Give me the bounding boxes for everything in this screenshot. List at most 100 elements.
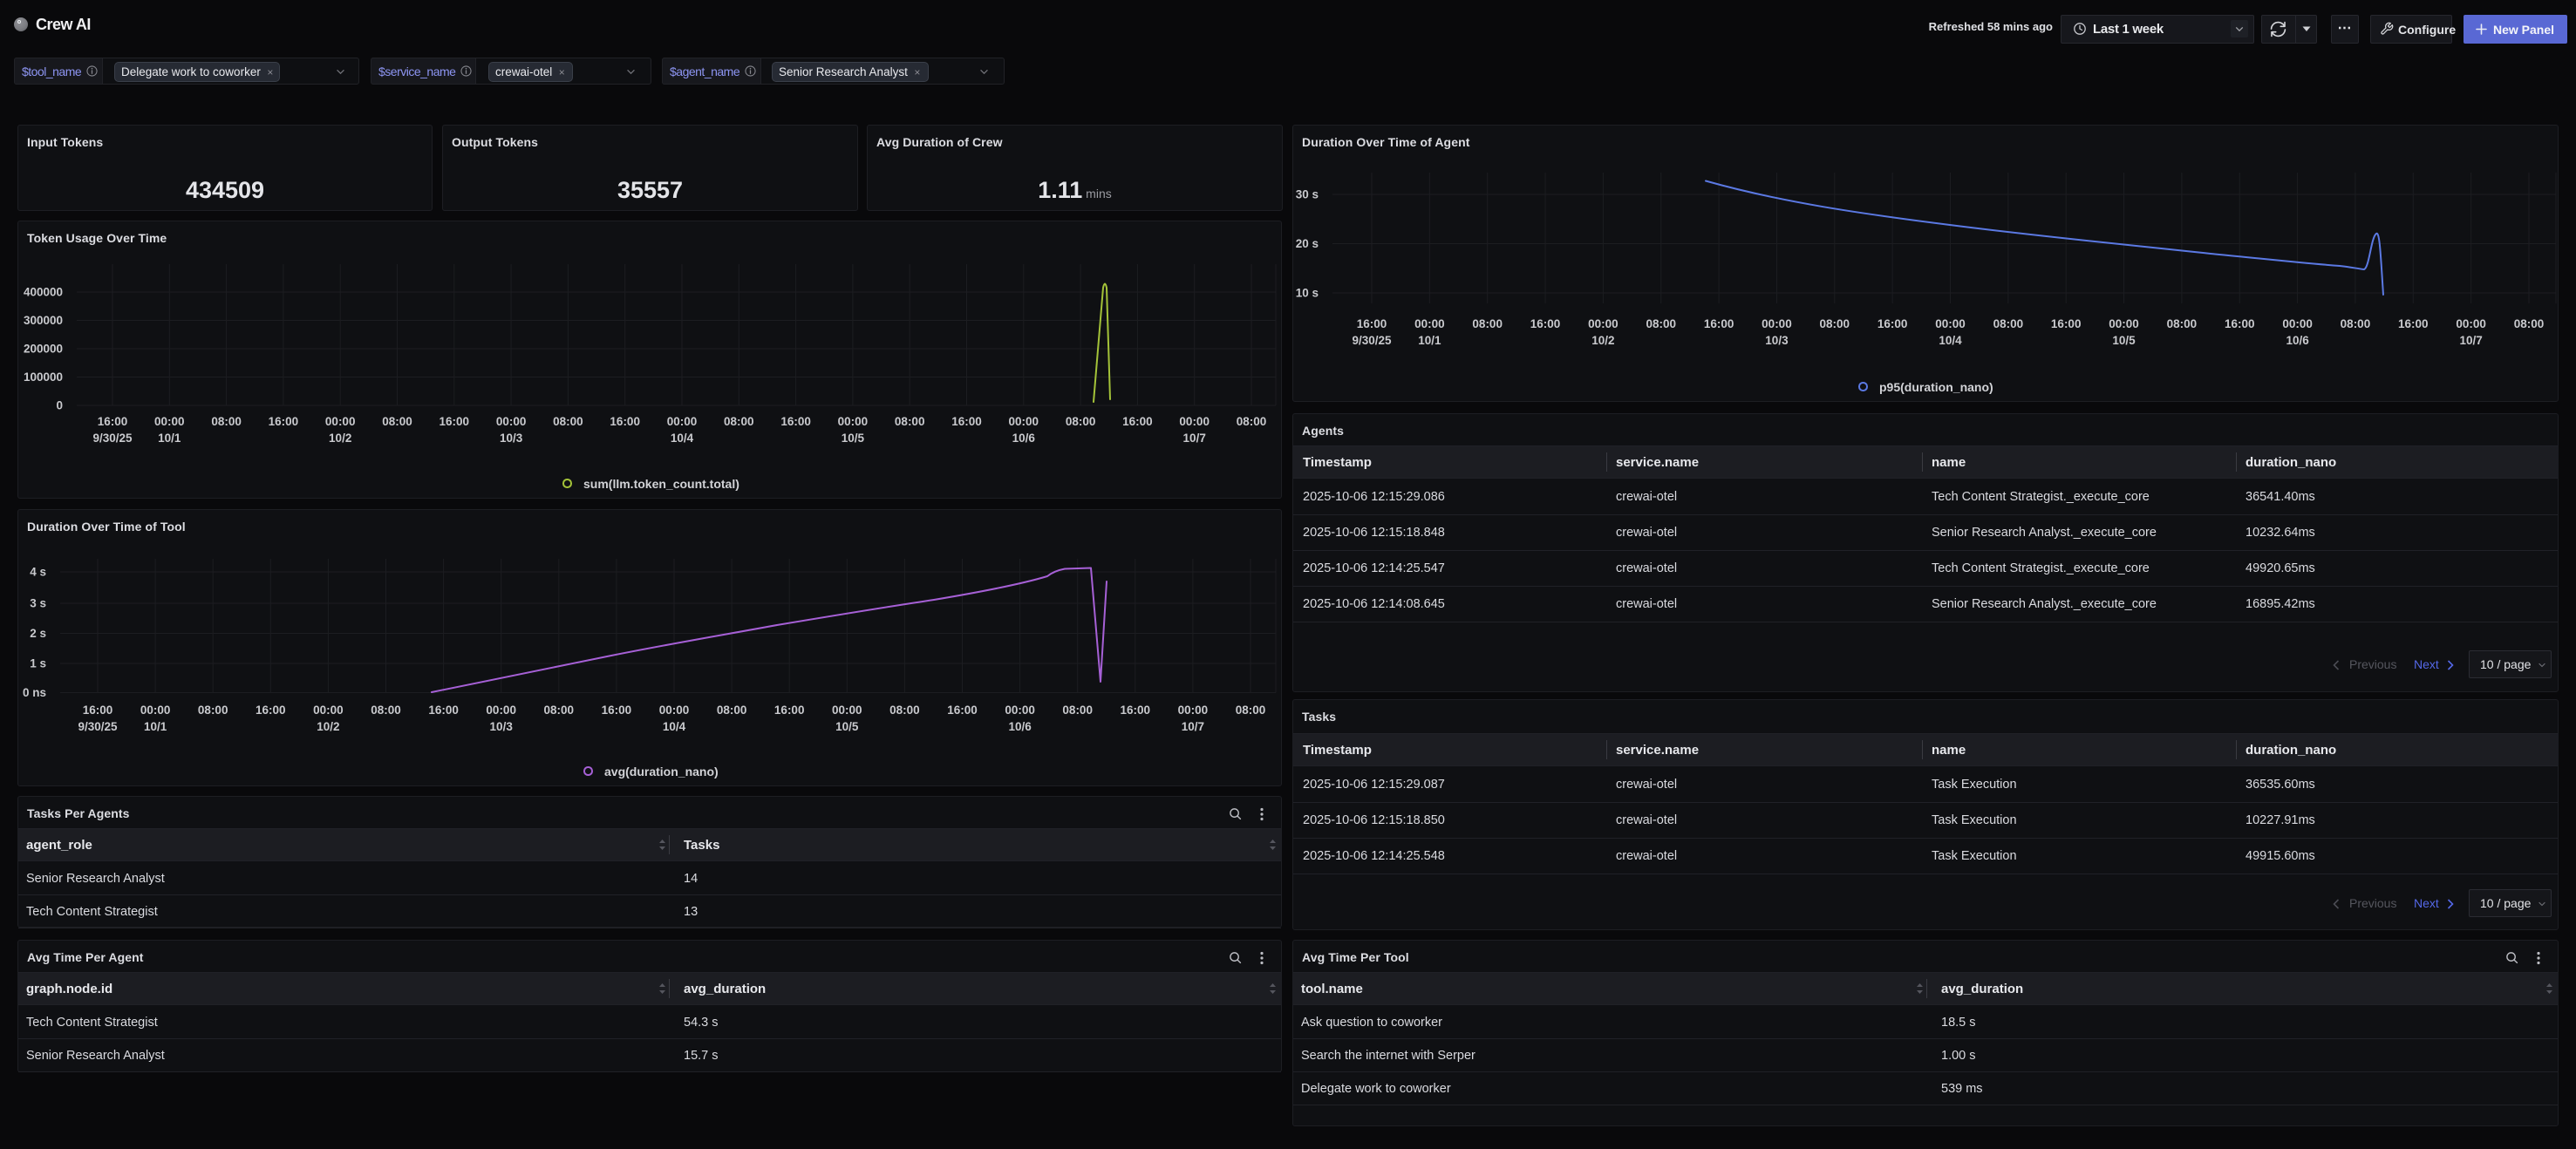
svg-text:08:00: 08:00 [1062, 704, 1093, 717]
svg-text:00:00: 00:00 [1762, 317, 1792, 330]
svg-text:16:00: 16:00 [98, 415, 128, 428]
svg-text:00:00: 00:00 [154, 415, 185, 428]
svg-text:08:00: 08:00 [1993, 317, 2024, 330]
svg-text:16:00: 16:00 [1704, 317, 1734, 330]
svg-text:00:00: 00:00 [667, 415, 698, 428]
svg-text:20 s: 20 s [1296, 237, 1319, 250]
svg-text:1 s: 1 s [30, 657, 46, 670]
svg-text:10/3: 10/3 [490, 720, 514, 733]
svg-text:00:00: 00:00 [2109, 317, 2139, 330]
svg-text:10/3: 10/3 [500, 432, 523, 445]
svg-text:00:00: 00:00 [1414, 317, 1445, 330]
svg-text:16:00: 16:00 [2398, 317, 2429, 330]
svg-text:16:00: 16:00 [1121, 704, 1151, 717]
svg-text:16:00: 16:00 [1877, 317, 1908, 330]
svg-text:00:00: 00:00 [832, 704, 862, 717]
svg-text:08:00: 08:00 [211, 415, 242, 428]
svg-text:10/5: 10/5 [2112, 334, 2136, 347]
svg-text:16:00: 16:00 [256, 704, 286, 717]
svg-text:08:00: 08:00 [1472, 317, 1503, 330]
svg-text:08:00: 08:00 [198, 704, 228, 717]
svg-text:16:00: 16:00 [83, 704, 113, 717]
svg-text:16:00: 16:00 [780, 415, 811, 428]
svg-text:3 s: 3 s [30, 597, 46, 610]
svg-text:10/2: 10/2 [329, 432, 351, 445]
svg-text:2 s: 2 s [30, 627, 46, 640]
svg-text:10/4: 10/4 [663, 720, 686, 733]
svg-text:00:00: 00:00 [838, 415, 869, 428]
svg-text:08:00: 08:00 [553, 415, 583, 428]
svg-text:00:00: 00:00 [1009, 415, 1039, 428]
svg-text:16:00: 16:00 [428, 704, 459, 717]
svg-text:16:00: 16:00 [947, 704, 978, 717]
svg-text:00:00: 00:00 [1588, 317, 1619, 330]
svg-text:00:00: 00:00 [313, 704, 344, 717]
svg-text:00:00: 00:00 [659, 704, 690, 717]
svg-text:00:00: 00:00 [2456, 317, 2486, 330]
svg-text:10/7: 10/7 [1183, 432, 1206, 445]
svg-text:10/7: 10/7 [1182, 720, 1204, 733]
svg-text:08:00: 08:00 [889, 704, 920, 717]
svg-text:00:00: 00:00 [1935, 317, 1966, 330]
svg-text:10/7: 10/7 [2460, 334, 2483, 347]
svg-text:10/6: 10/6 [2286, 334, 2309, 347]
svg-text:08:00: 08:00 [1066, 415, 1096, 428]
svg-text:16:00: 16:00 [1357, 317, 1387, 330]
svg-text:16:00: 16:00 [1122, 415, 1153, 428]
svg-text:10/2: 10/2 [1591, 334, 1614, 347]
svg-text:00:00: 00:00 [1179, 415, 1210, 428]
svg-text:08:00: 08:00 [1646, 317, 1676, 330]
svg-text:00:00: 00:00 [2282, 317, 2313, 330]
svg-text:08:00: 08:00 [1820, 317, 1850, 330]
svg-text:30 s: 30 s [1296, 188, 1319, 201]
svg-text:16:00: 16:00 [774, 704, 805, 717]
svg-text:10/4: 10/4 [1939, 334, 1962, 347]
svg-text:100000: 100000 [24, 371, 63, 384]
svg-text:00:00: 00:00 [1005, 704, 1035, 717]
svg-text:0: 0 [56, 399, 63, 412]
svg-text:16:00: 16:00 [2225, 317, 2255, 330]
svg-text:16:00: 16:00 [269, 415, 299, 428]
svg-text:400000: 400000 [24, 286, 63, 299]
svg-text:08:00: 08:00 [371, 704, 401, 717]
svg-text:00:00: 00:00 [140, 704, 171, 717]
svg-text:16:00: 16:00 [951, 415, 982, 428]
svg-text:16:00: 16:00 [440, 415, 470, 428]
svg-text:10/1: 10/1 [144, 720, 167, 733]
svg-text:10 s: 10 s [1296, 287, 1319, 300]
svg-text:16:00: 16:00 [602, 704, 632, 717]
svg-text:10/2: 10/2 [317, 720, 339, 733]
svg-text:08:00: 08:00 [1237, 415, 1267, 428]
svg-text:08:00: 08:00 [544, 704, 575, 717]
svg-text:16:00: 16:00 [2051, 317, 2082, 330]
svg-text:08:00: 08:00 [1236, 704, 1266, 717]
svg-text:9/30/25: 9/30/25 [92, 432, 133, 445]
svg-text:08:00: 08:00 [382, 415, 412, 428]
svg-text:10/4: 10/4 [671, 432, 694, 445]
svg-text:08:00: 08:00 [2167, 317, 2198, 330]
svg-text:200000: 200000 [24, 343, 63, 356]
svg-text:10/3: 10/3 [1765, 334, 1789, 347]
svg-text:00:00: 00:00 [1178, 704, 1209, 717]
svg-text:9/30/25: 9/30/25 [78, 720, 118, 733]
svg-text:08:00: 08:00 [717, 704, 747, 717]
svg-text:16:00: 16:00 [1530, 317, 1561, 330]
svg-text:16:00: 16:00 [610, 415, 640, 428]
svg-text:10/5: 10/5 [835, 720, 859, 733]
svg-text:10/5: 10/5 [842, 432, 865, 445]
svg-text:08:00: 08:00 [2341, 317, 2371, 330]
svg-text:00:00: 00:00 [325, 415, 356, 428]
svg-text:10/1: 10/1 [1418, 334, 1441, 347]
svg-text:08:00: 08:00 [724, 415, 754, 428]
svg-text:0 ns: 0 ns [23, 686, 46, 699]
svg-text:10/6: 10/6 [1012, 432, 1036, 445]
svg-text:4 s: 4 s [30, 566, 46, 579]
svg-text:10/6: 10/6 [1008, 720, 1032, 733]
svg-text:00:00: 00:00 [486, 704, 516, 717]
svg-text:300000: 300000 [24, 314, 63, 327]
svg-text:10/1: 10/1 [158, 432, 181, 445]
svg-text:08:00: 08:00 [2514, 317, 2545, 330]
svg-text:08:00: 08:00 [895, 415, 925, 428]
svg-text:9/30/25: 9/30/25 [1352, 334, 1392, 347]
svg-text:00:00: 00:00 [496, 415, 527, 428]
